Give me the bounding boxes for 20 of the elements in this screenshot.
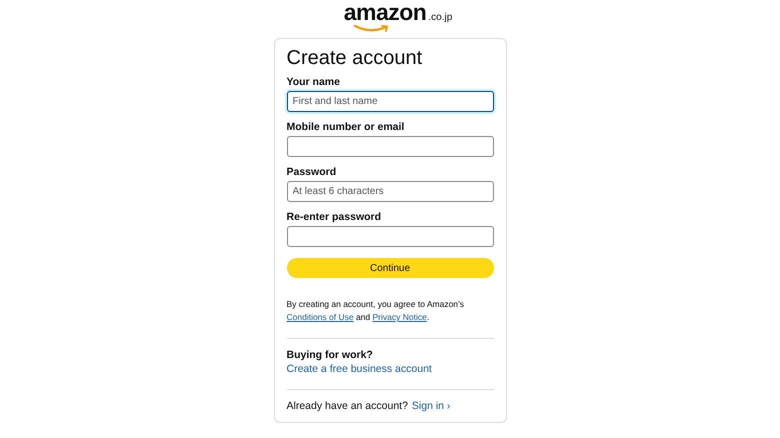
business-account-link[interactable]: Create a free business account xyxy=(286,363,494,375)
sign-in-prompt: Already have an account? xyxy=(286,400,408,412)
logo-wordmark: amazon xyxy=(344,3,426,21)
input-field[interactable]: First and last name xyxy=(286,91,494,112)
business-heading: Buying for work? xyxy=(286,349,374,361)
field-label: Re-enter password xyxy=(286,211,382,223)
sign-in-link[interactable]: Sign in › xyxy=(412,400,450,412)
input-field[interactable]: At least 6 characters xyxy=(286,181,494,202)
field-label: Mobile number or email xyxy=(286,121,406,133)
input-field[interactable] xyxy=(286,136,494,157)
legal-link[interactable]: Privacy Notice xyxy=(372,312,427,322)
continue-button[interactable]: Continue xyxy=(286,258,494,278)
agreement-text: By creating an account, you agree to Amazon’s Conditions of Use and Privacy Notice. xyxy=(286,298,466,324)
smile-arrow-icon xyxy=(354,25,390,33)
logo-domain: .co.jp xyxy=(428,12,452,23)
field-label: Your name xyxy=(286,76,341,88)
input-field[interactable] xyxy=(286,226,494,247)
field-label: Password xyxy=(286,166,338,178)
legal-link[interactable]: Conditions of Use xyxy=(286,312,354,322)
page-title: Create account xyxy=(286,47,424,70)
